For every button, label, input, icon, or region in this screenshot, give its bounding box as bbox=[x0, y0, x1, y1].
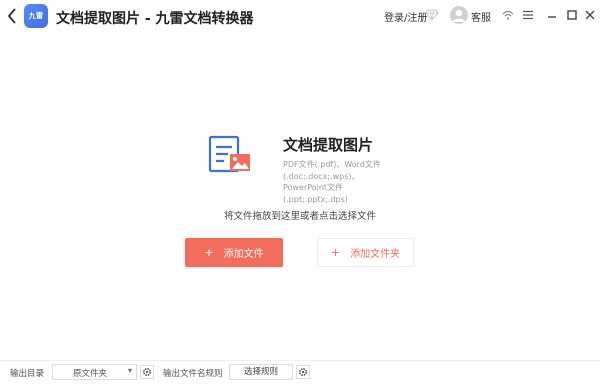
plus-icon: + bbox=[330, 246, 341, 259]
bottom-bar: 输出目录 原文件夹 ▾ 输出文件名规则 选择规则 bbox=[0, 360, 600, 384]
supported-formats-text: PDF文件(.pdf)、Word文件(.doc;.docx;.wps)、Powe… bbox=[283, 160, 381, 204]
login-register-link[interactable]: 登录/注册 bbox=[384, 9, 427, 24]
avatar[interactable] bbox=[450, 6, 468, 24]
app-logo: 九雷 bbox=[24, 4, 48, 28]
minimize-icon[interactable] bbox=[546, 9, 558, 21]
drop-hint-text: 将文件拖放到这里或者点击选择文件 bbox=[223, 211, 376, 222]
output-dir-label: 输出目录 bbox=[10, 369, 45, 379]
add-folder-button[interactable]: + 添加文件夹 bbox=[317, 238, 414, 267]
maximize-icon[interactable] bbox=[566, 9, 578, 21]
title-bar: 九雷 文档提取图片 - 九雷文档转换器 登录/注册 客服 bbox=[0, 0, 600, 32]
output-name-rule-label: 输出文件名规则 bbox=[163, 369, 223, 379]
gear-icon[interactable] bbox=[296, 365, 310, 379]
user-icon bbox=[453, 9, 465, 22]
feature-title: 文档提取图片 bbox=[283, 136, 374, 154]
chevron-left-icon bbox=[7, 8, 16, 24]
add-folder-label: 添加文件夹 bbox=[350, 249, 401, 260]
choose-rule-button[interactable]: 选择规则 bbox=[229, 364, 293, 380]
chevron-down-icon: ▾ bbox=[127, 366, 132, 375]
menu-icon[interactable] bbox=[522, 9, 534, 21]
window-title: 文档提取图片 - 九雷文档转换器 bbox=[56, 11, 254, 27]
diamond-icon[interactable] bbox=[425, 8, 439, 22]
add-file-button[interactable]: + 添加文件 bbox=[185, 238, 283, 267]
plus-icon: + bbox=[204, 246, 214, 259]
output-dir-select[interactable]: 原文件夹 ▾ bbox=[52, 364, 137, 380]
customer-service-link[interactable]: 客服 bbox=[471, 9, 491, 24]
close-icon[interactable] bbox=[584, 9, 596, 21]
back-button[interactable] bbox=[4, 6, 20, 26]
output-dir-value: 原文件夹 bbox=[73, 369, 108, 379]
gear-icon[interactable] bbox=[140, 365, 154, 379]
wifi-icon[interactable] bbox=[502, 9, 514, 21]
add-file-label: 添加文件 bbox=[223, 249, 264, 260]
document-image-icon bbox=[208, 135, 250, 173]
